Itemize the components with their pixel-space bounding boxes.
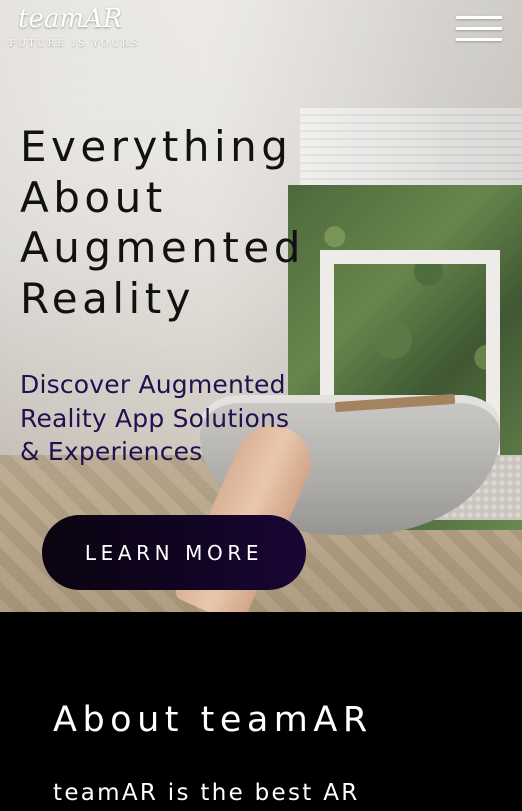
hero-subtitle-line: & Experiences [20, 437, 203, 466]
hero-title-line: Reality [20, 273, 196, 323]
learn-more-button[interactable]: LEARN MORE [42, 515, 306, 590]
logo-name: teamAR [18, 4, 123, 34]
about-text: teamAR is the best AR [53, 780, 360, 806]
hero-title: Everything About Augmented Reality [20, 122, 380, 324]
hero-section: teamAR FUTURE IS YOURS Everything About … [0, 0, 522, 612]
hero-subtitle-line: Discover Augmented [20, 370, 286, 399]
hero-subtitle-line: Reality App Solutions [20, 403, 290, 433]
page: teamAR FUTURE IS YOURS Everything About … [0, 0, 522, 811]
hero-title-line: Augmented [20, 223, 305, 272]
hero-subtitle: Discover Augmented Reality App Solutions… [20, 368, 350, 469]
logo[interactable]: teamAR FUTURE IS YOURS [9, 4, 140, 49]
hamburger-menu-icon[interactable] [456, 16, 502, 42]
about-heading: About teamAR [53, 700, 373, 740]
hero-title-line: Everything [20, 122, 293, 171]
about-section: About teamAR teamAR is the best AR [0, 612, 522, 811]
hero-title-line: About [20, 172, 167, 222]
logo-tagline: FUTURE IS YOURS [9, 38, 141, 49]
